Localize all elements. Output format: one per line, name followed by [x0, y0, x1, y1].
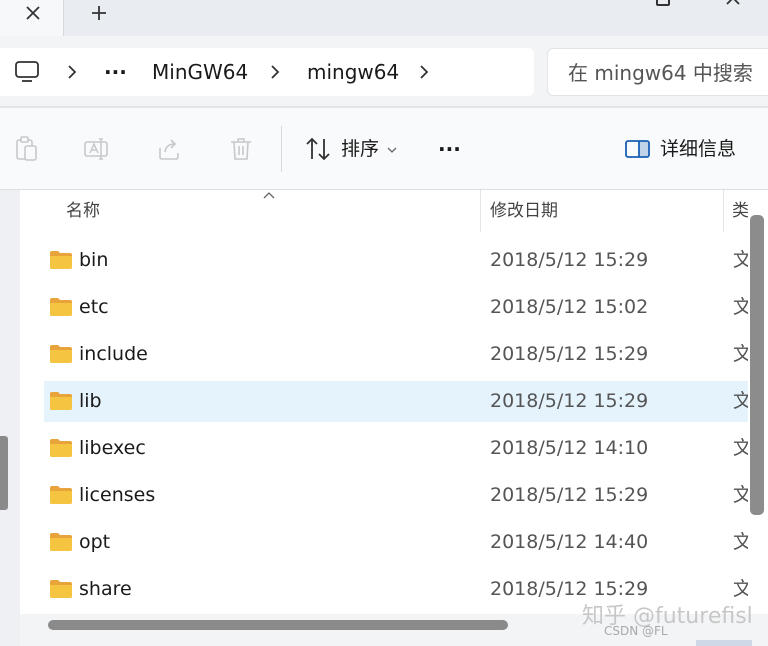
column-header-type[interactable]: 类: [732, 190, 748, 232]
chevron-right-icon[interactable]: [414, 62, 434, 82]
file-type: 文: [733, 437, 748, 459]
file-type: 文: [733, 249, 748, 271]
file-type: 文: [733, 390, 748, 412]
file-date: 2018/5/12 15:29: [490, 484, 649, 506]
folder-icon: [50, 392, 72, 410]
navigation-scrollbar[interactable]: [0, 436, 8, 510]
file-name[interactable]: lib: [79, 381, 102, 422]
more-options-button[interactable]: ···: [438, 108, 461, 190]
folder-icon: [50, 439, 72, 457]
file-row[interactable]: licenses 2018/5/12 15:29 文: [44, 475, 748, 516]
file-date: 2018/5/12 15:29: [490, 343, 649, 365]
column-header-date[interactable]: 修改日期: [490, 190, 558, 232]
window-close-icon[interactable]: [724, 0, 746, 8]
file-row[interactable]: opt 2018/5/12 14:40 文: [44, 522, 748, 563]
file-date: 2018/5/12 15:02: [490, 296, 649, 318]
breadcrumb-more[interactable]: ···: [104, 48, 127, 96]
file-row[interactable]: include 2018/5/12 15:29 文: [44, 334, 748, 375]
search-input[interactable]: 在 mingw64 中搜索: [547, 48, 768, 96]
file-row[interactable]: lib 2018/5/12 15:29 文: [44, 381, 748, 422]
file-type: 文: [733, 296, 748, 318]
sort-button[interactable]: 排序: [341, 108, 379, 190]
folder-icon: [50, 580, 72, 598]
folder-icon: [50, 298, 72, 316]
file-type: 文: [733, 531, 748, 553]
breadcrumb-mingw64[interactable]: mingw64: [307, 48, 399, 96]
horizontal-scrollbar[interactable]: [48, 620, 508, 630]
file-name[interactable]: opt: [79, 522, 110, 563]
file-date: 2018/5/12 14:40: [490, 531, 649, 553]
file-row[interactable]: etc 2018/5/12 15:02 文: [44, 287, 748, 328]
file-row[interactable]: libexec 2018/5/12 14:10 文: [44, 428, 748, 469]
column-header-name[interactable]: 名称: [66, 190, 100, 232]
file-date: 2018/5/12 15:29: [490, 390, 649, 412]
file-type: 文: [733, 484, 748, 506]
search-placeholder: 在 mingw64 中搜索: [568, 61, 753, 85]
paste-icon[interactable]: [12, 135, 40, 163]
file-explorer-window: ··· MinGW64 mingw64 在 mingw64 中搜索 排序 ···…: [0, 0, 768, 646]
tab-current[interactable]: [0, 0, 64, 36]
share-icon[interactable]: [155, 135, 183, 163]
chevron-down-icon[interactable]: [386, 145, 398, 155]
breadcrumb-mingw64-root[interactable]: MinGW64: [152, 48, 248, 96]
column-divider[interactable]: [480, 190, 481, 232]
file-name[interactable]: libexec: [79, 428, 146, 469]
chevron-right-icon[interactable]: [62, 62, 82, 82]
folder-icon: [50, 251, 72, 269]
navigation-pane: [0, 190, 20, 646]
vertical-scrollbar[interactable]: [750, 215, 764, 515]
maximize-icon[interactable]: [656, 0, 670, 6]
file-row[interactable]: bin 2018/5/12 15:29 文: [44, 240, 748, 281]
column-divider[interactable]: [723, 190, 724, 232]
file-date: 2018/5/12 14:10: [490, 437, 649, 459]
file-type: 文: [733, 343, 748, 365]
sort-ascending-icon: [263, 192, 275, 199]
address-row: ··· MinGW64 mingw64 在 mingw64 中搜索: [0, 36, 768, 106]
watermark-csdn: CSDN @FL: [604, 624, 668, 638]
file-name[interactable]: bin: [79, 240, 108, 281]
details-pane-icon[interactable]: [624, 135, 652, 163]
file-name[interactable]: licenses: [79, 475, 155, 516]
folder-icon: [50, 345, 72, 363]
monitor-icon[interactable]: [14, 60, 40, 84]
file-name[interactable]: etc: [79, 287, 109, 328]
status-strip: [696, 640, 752, 646]
rename-icon[interactable]: [82, 135, 110, 163]
close-icon[interactable]: [22, 2, 44, 24]
toolbar-divider: [281, 126, 282, 172]
plus-icon[interactable]: [88, 2, 110, 24]
delete-icon[interactable]: [227, 135, 255, 163]
command-bar: 排序 ··· 详细信息: [0, 108, 768, 190]
tab-strip: [0, 0, 768, 36]
chevron-right-icon[interactable]: [265, 62, 285, 82]
file-date: 2018/5/12 15:29: [490, 249, 649, 271]
folder-icon: [50, 533, 72, 551]
address-bar[interactable]: ··· MinGW64 mingw64: [0, 48, 534, 96]
file-name[interactable]: include: [79, 334, 148, 375]
folder-icon: [50, 486, 72, 504]
file-list: 名称 修改日期 类 bin 2018/5/12 15:29 文 etc 2018/5/1…: [20, 190, 748, 614]
details-button[interactable]: 详细信息: [660, 108, 736, 190]
file-name[interactable]: share: [79, 569, 132, 610]
sort-icon[interactable]: [304, 135, 332, 163]
